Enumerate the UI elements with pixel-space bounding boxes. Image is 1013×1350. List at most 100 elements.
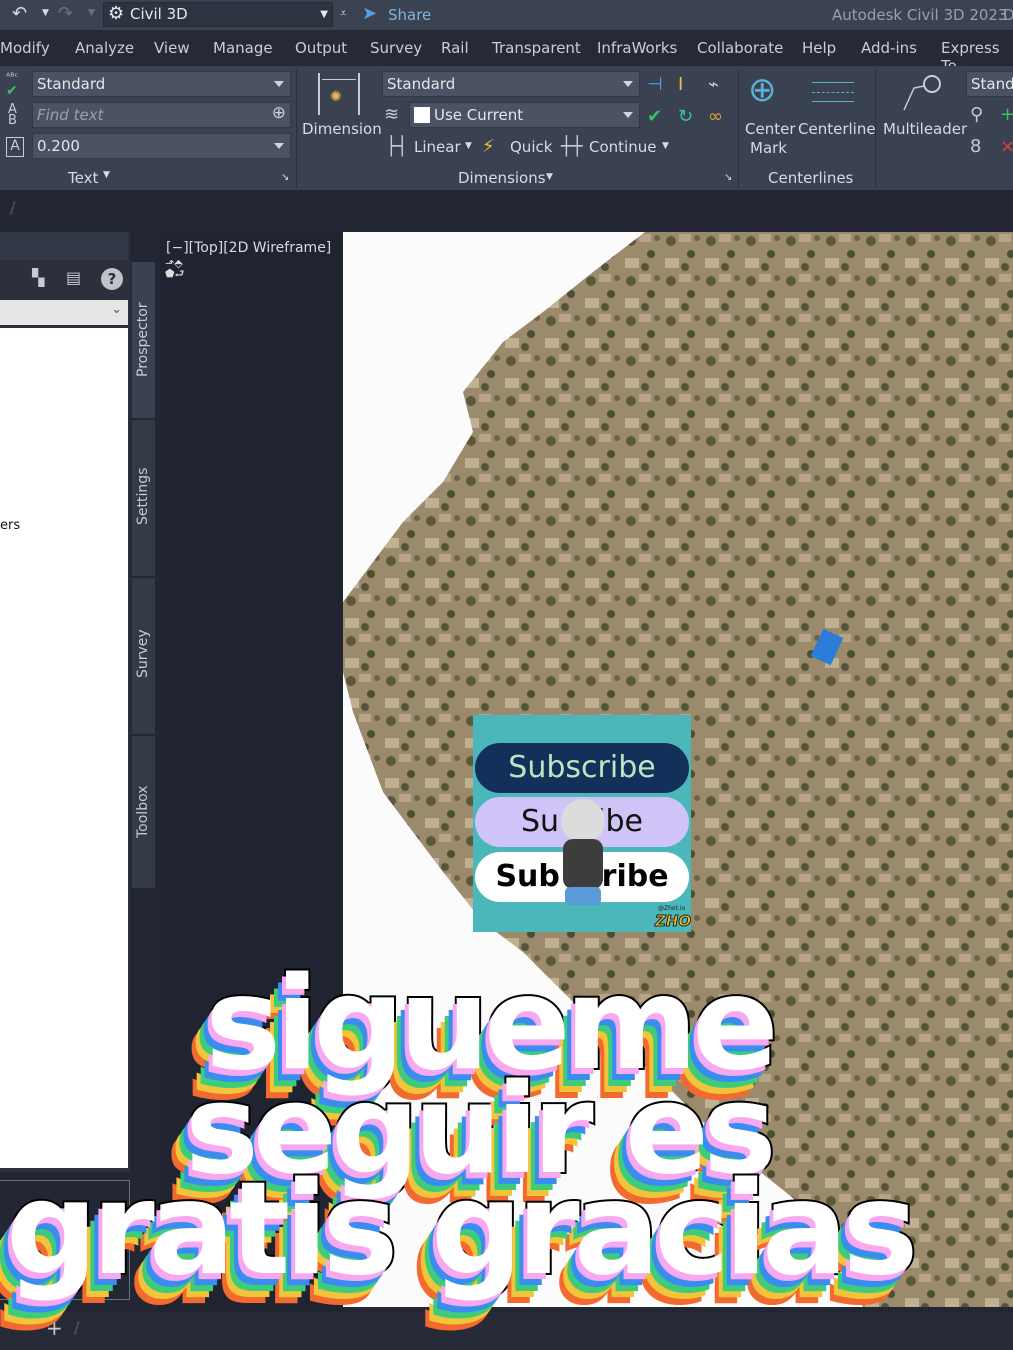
- collect-leader-icon[interactable]: 8: [970, 136, 981, 157]
- remove-leader-icon[interactable]: ×: [1000, 136, 1013, 157]
- layers-icon: ≋: [384, 104, 400, 125]
- tab-modify[interactable]: Modify: [0, 39, 50, 57]
- subscribe-pill-1: Subscribe: [475, 743, 689, 793]
- tab-output[interactable]: Output: [295, 39, 347, 57]
- tab-toolbox[interactable]: Toolbox: [131, 736, 155, 888]
- tab-settings[interactable]: Settings: [131, 420, 155, 576]
- app-title-extra: D: [1003, 6, 1013, 24]
- tab-prospector[interactable]: Prospector: [131, 262, 155, 418]
- tab-view[interactable]: View: [154, 39, 190, 57]
- add-leader-icon[interactable]: ⚲: [970, 104, 983, 125]
- dim-style-value: Standard: [387, 75, 456, 93]
- divider: [296, 70, 297, 188]
- find-text-placeholder: Find text: [37, 106, 104, 124]
- adjust-space-icon[interactable]: Ⅰ: [678, 74, 683, 95]
- workspace-select[interactable]: ⚙ Civil 3D ▼: [103, 2, 333, 27]
- text-height-icon: A: [6, 137, 24, 157]
- centerline-button[interactable]: Centerline: [798, 120, 876, 138]
- quick-button[interactable]: Quick: [510, 138, 552, 156]
- multileader-icon: [903, 75, 941, 111]
- chevron-down-icon: ⌄: [111, 302, 122, 317]
- redo-dropdown-icon: ▼: [88, 8, 95, 18]
- center-mark-button-line2: Mark: [750, 139, 787, 157]
- dimensions-panel-title[interactable]: Dimensions: [458, 169, 546, 187]
- tab-help[interactable]: Help: [802, 39, 836, 57]
- tab-survey[interactable]: Survey: [131, 578, 155, 734]
- zhot-logo: ZHOT: [654, 912, 691, 931]
- tab-infraworks[interactable]: InfraWorks: [597, 39, 677, 57]
- jog-line-icon[interactable]: ⌁: [708, 74, 719, 95]
- chevron-down-icon: [274, 81, 284, 87]
- toolspace-list-icon[interactable]: ▤: [66, 268, 81, 287]
- dim-layer-value: Use Current: [434, 106, 524, 124]
- center-mark-button[interactable]: Center: [745, 120, 796, 138]
- add-leader-plus-icon[interactable]: +: [1000, 104, 1013, 125]
- tab-label: Toolbox: [135, 785, 151, 839]
- chevron-down-icon[interactable]: ▼: [662, 141, 669, 151]
- spell-check-icon[interactable]: ᴬᴮᶜ ✔: [6, 72, 18, 99]
- linear-button[interactable]: Linear: [414, 138, 461, 156]
- tab-add-ins[interactable]: Add-ins: [861, 39, 917, 57]
- multileader-button[interactable]: Multileader: [883, 120, 967, 138]
- tab-survey[interactable]: Survey: [370, 39, 422, 57]
- quick-dimension-icon: ⚡: [482, 136, 495, 157]
- undo-icon[interactable]: ↶: [12, 3, 27, 24]
- subscribe-sticker: Subscribe Su ibe Sub ribe @Zhot.io ZHOT: [473, 715, 691, 932]
- help-icon[interactable]: ?: [101, 268, 123, 290]
- leader-style-value: Standa: [971, 75, 1013, 93]
- find-text-input[interactable]: Find text ⊕: [32, 102, 291, 128]
- divider: [738, 70, 739, 188]
- tab-manage[interactable]: Manage: [213, 39, 273, 57]
- redo-icon[interactable]: ↷: [58, 3, 73, 24]
- chevron-down-icon: [623, 81, 633, 87]
- customize-qat-icon[interactable]: ⩡: [340, 6, 347, 21]
- text-height-dropdown[interactable]: 0.200: [32, 133, 291, 159]
- inspect-icon[interactable]: ✔: [647, 106, 662, 127]
- tab-collaborate[interactable]: Collaborate: [697, 39, 783, 57]
- update-icon[interactable]: ↻: [678, 106, 693, 127]
- text-style-dropdown[interactable]: Standard: [32, 71, 291, 97]
- caption-overlay: sigueme seguir es gratis gracias: [0, 958, 1013, 1350]
- text-panel-title[interactable]: Text: [68, 169, 98, 187]
- viewport-controls[interactable]: [−][Top][2D Wireframe]: [166, 240, 331, 256]
- undo-dropdown-icon[interactable]: ▼: [42, 8, 49, 18]
- search-icon[interactable]: ⊕: [272, 103, 286, 123]
- tab-label: Survey: [135, 629, 151, 678]
- find-text-icon: AB: [8, 102, 17, 128]
- dim-layer-dropdown[interactable]: Use Current: [409, 102, 640, 128]
- dialog-launcher-icon[interactable]: ↘: [281, 172, 289, 183]
- tab-transparent[interactable]: Transparent: [492, 39, 581, 57]
- share-icon: ➤: [362, 3, 378, 24]
- mascot-character: [551, 797, 613, 927]
- toolspace-view-icon[interactable]: ▚: [32, 268, 44, 287]
- title-bar: ↶ ▼ ↷ ▼ ⚙ Civil 3D ▼ ⩡ ➤ Share Autodesk …: [0, 0, 1013, 30]
- chevron-down-icon[interactable]: ▼: [465, 141, 472, 151]
- tab-label: Settings: [135, 467, 151, 525]
- centerline-icon: [812, 82, 854, 102]
- continue-dimension-icon: ┼┼: [561, 136, 583, 157]
- tab-rail[interactable]: Rail: [441, 39, 469, 57]
- tree-item[interactable]: ers: [0, 518, 20, 533]
- caption-line-3: gratis gracias: [4, 1155, 920, 1304]
- dialog-launcher-icon[interactable]: ↘: [724, 172, 732, 183]
- leader-style-dropdown[interactable]: Standa: [966, 71, 1013, 97]
- tab-separator: /: [10, 198, 16, 217]
- dimension-icon[interactable]: ✺: [318, 73, 360, 115]
- tab-analyze[interactable]: Analyze: [75, 39, 134, 57]
- dim-style-dropdown[interactable]: Standard: [382, 71, 640, 97]
- app-title: Autodesk Civil 3D 2023: [832, 6, 1008, 24]
- text-style-value: Standard: [37, 75, 106, 93]
- brand-handle: @Zhot.io: [658, 905, 686, 912]
- reassociate-icon[interactable]: ∞: [708, 106, 723, 127]
- share-button[interactable]: Share: [388, 6, 431, 24]
- dim-break-icon[interactable]: ⊣: [647, 74, 663, 95]
- center-mark-icon: ⊕: [748, 70, 777, 110]
- dimension-button[interactable]: Dimension: [302, 120, 382, 138]
- toolspace-combo[interactable]: ⌄: [0, 300, 128, 325]
- workspace-label: Civil 3D: [130, 5, 188, 23]
- file-tab-bar: /: [0, 190, 1013, 230]
- chevron-down-icon: [274, 143, 284, 149]
- linear-dimension-icon: ├┤: [386, 136, 408, 157]
- chevron-down-icon: ▼: [103, 170, 110, 180]
- continue-button[interactable]: Continue: [589, 138, 656, 156]
